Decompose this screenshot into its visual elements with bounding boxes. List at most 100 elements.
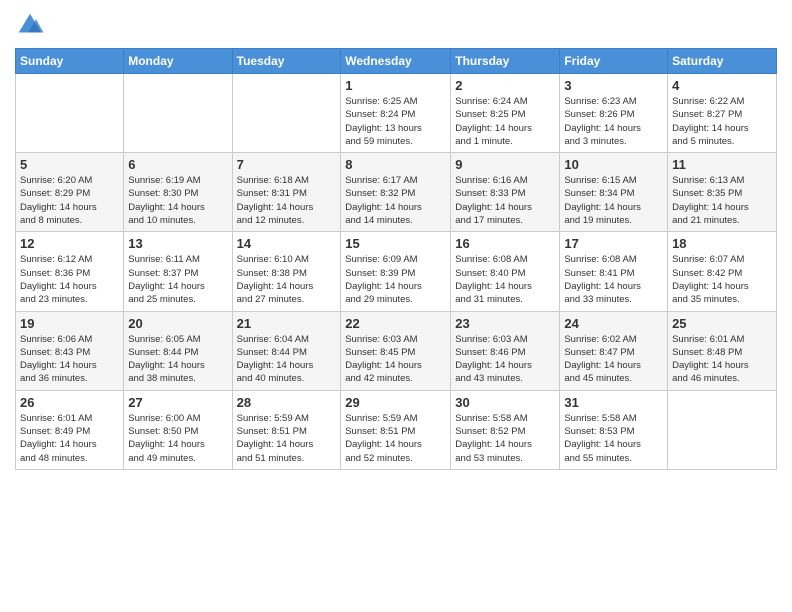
day-number: 28 (237, 395, 337, 410)
calendar-cell: 5 Sunrise: 6:20 AM Sunset: 8:29 PM Daylig… (16, 153, 124, 232)
day-info: Sunrise: 6:17 AM Sunset: 8:32 PM Dayligh… (345, 174, 446, 227)
calendar-cell: 20 Sunrise: 6:05 AM Sunset: 8:44 PM Dayli… (124, 311, 232, 390)
day-number: 29 (345, 395, 446, 410)
day-number: 12 (20, 236, 119, 251)
weekday-header-monday: Monday (124, 49, 232, 74)
weekday-row: SundayMondayTuesdayWednesdayThursdayFrid… (16, 49, 777, 74)
calendar-cell: 10 Sunrise: 6:15 AM Sunset: 8:34 PM Dayli… (560, 153, 668, 232)
logo-icon (15, 10, 45, 40)
day-info: Sunrise: 6:04 AM Sunset: 8:44 PM Dayligh… (237, 333, 337, 386)
calendar-cell: 22 Sunrise: 6:03 AM Sunset: 8:45 PM Dayli… (341, 311, 451, 390)
day-info: Sunrise: 6:18 AM Sunset: 8:31 PM Dayligh… (237, 174, 337, 227)
calendar-cell: 4 Sunrise: 6:22 AM Sunset: 8:27 PM Daylig… (668, 74, 777, 153)
day-number: 15 (345, 236, 446, 251)
day-number: 22 (345, 316, 446, 331)
day-info: Sunrise: 6:08 AM Sunset: 8:41 PM Dayligh… (564, 253, 663, 306)
day-info: Sunrise: 6:07 AM Sunset: 8:42 PM Dayligh… (672, 253, 772, 306)
day-number: 23 (455, 316, 555, 331)
day-info: Sunrise: 6:23 AM Sunset: 8:26 PM Dayligh… (564, 95, 663, 148)
calendar-cell: 19 Sunrise: 6:06 AM Sunset: 8:43 PM Dayli… (16, 311, 124, 390)
day-number: 30 (455, 395, 555, 410)
calendar-week-1: 1 Sunrise: 6:25 AM Sunset: 8:24 PM Daylig… (16, 74, 777, 153)
calendar-cell: 15 Sunrise: 6:09 AM Sunset: 8:39 PM Dayli… (341, 232, 451, 311)
calendar-cell: 27Sunrise: 6:00 AM Sunset: 8:50 PM Dayli… (124, 390, 232, 469)
calendar-body: 1 Sunrise: 6:25 AM Sunset: 8:24 PM Daylig… (16, 74, 777, 470)
day-info: Sunrise: 5:58 AM Sunset: 8:53 PM Dayligh… (564, 412, 663, 465)
calendar-cell: 16 Sunrise: 6:08 AM Sunset: 8:40 PM Dayli… (451, 232, 560, 311)
day-number: 26 (20, 395, 119, 410)
day-number: 16 (455, 236, 555, 251)
calendar-cell: 17 Sunrise: 6:08 AM Sunset: 8:41 PM Dayli… (560, 232, 668, 311)
day-info: Sunrise: 6:20 AM Sunset: 8:29 PM Dayligh… (20, 174, 119, 227)
day-number: 1 (345, 78, 446, 93)
day-info: Sunrise: 6:08 AM Sunset: 8:40 PM Dayligh… (455, 253, 555, 306)
calendar-cell: 24Sunrise: 6:02 AM Sunset: 8:47 PM Dayli… (560, 311, 668, 390)
weekday-header-friday: Friday (560, 49, 668, 74)
calendar: SundayMondayTuesdayWednesdayThursdayFrid… (15, 48, 777, 470)
calendar-cell (16, 74, 124, 153)
day-info: Sunrise: 6:11 AM Sunset: 8:37 PM Dayligh… (128, 253, 227, 306)
day-info: Sunrise: 6:22 AM Sunset: 8:27 PM Dayligh… (672, 95, 772, 148)
day-info: Sunrise: 5:59 AM Sunset: 8:51 PM Dayligh… (345, 412, 446, 465)
day-info: Sunrise: 6:15 AM Sunset: 8:34 PM Dayligh… (564, 174, 663, 227)
day-info: Sunrise: 6:13 AM Sunset: 8:35 PM Dayligh… (672, 174, 772, 227)
calendar-cell: 7 Sunrise: 6:18 AM Sunset: 8:31 PM Daylig… (232, 153, 341, 232)
day-info: Sunrise: 6:12 AM Sunset: 8:36 PM Dayligh… (20, 253, 119, 306)
calendar-cell: 21 Sunrise: 6:04 AM Sunset: 8:44 PM Dayli… (232, 311, 341, 390)
calendar-cell: 30Sunrise: 5:58 AM Sunset: 8:52 PM Dayli… (451, 390, 560, 469)
day-info: Sunrise: 6:01 AM Sunset: 8:49 PM Dayligh… (20, 412, 119, 465)
calendar-cell: 14 Sunrise: 6:10 AM Sunset: 8:38 PM Dayli… (232, 232, 341, 311)
day-info: Sunrise: 6:06 AM Sunset: 8:43 PM Dayligh… (20, 333, 119, 386)
weekday-header-thursday: Thursday (451, 49, 560, 74)
calendar-cell: 31 Sunrise: 5:58 AM Sunset: 8:53 PM Dayli… (560, 390, 668, 469)
day-info: Sunrise: 6:25 AM Sunset: 8:24 PM Dayligh… (345, 95, 446, 148)
day-number: 2 (455, 78, 555, 93)
day-number: 10 (564, 157, 663, 172)
day-number: 4 (672, 78, 772, 93)
calendar-cell: 6Sunrise: 6:19 AM Sunset: 8:30 PM Daylig… (124, 153, 232, 232)
day-info: Sunrise: 6:03 AM Sunset: 8:45 PM Dayligh… (345, 333, 446, 386)
calendar-cell (668, 390, 777, 469)
day-info: Sunrise: 6:19 AM Sunset: 8:30 PM Dayligh… (128, 174, 227, 227)
calendar-cell: 13 Sunrise: 6:11 AM Sunset: 8:37 PM Dayli… (124, 232, 232, 311)
calendar-cell: 26 Sunrise: 6:01 AM Sunset: 8:49 PM Dayli… (16, 390, 124, 469)
day-number: 11 (672, 157, 772, 172)
day-number: 20 (128, 316, 227, 331)
day-info: Sunrise: 6:09 AM Sunset: 8:39 PM Dayligh… (345, 253, 446, 306)
calendar-week-5: 26 Sunrise: 6:01 AM Sunset: 8:49 PM Dayli… (16, 390, 777, 469)
calendar-cell: 2 Sunrise: 6:24 AM Sunset: 8:25 PM Daylig… (451, 74, 560, 153)
calendar-week-4: 19 Sunrise: 6:06 AM Sunset: 8:43 PM Dayli… (16, 311, 777, 390)
day-number: 7 (237, 157, 337, 172)
day-number: 25 (672, 316, 772, 331)
day-number: 5 (20, 157, 119, 172)
day-info: Sunrise: 6:10 AM Sunset: 8:38 PM Dayligh… (237, 253, 337, 306)
day-number: 17 (564, 236, 663, 251)
day-number: 27 (128, 395, 227, 410)
calendar-cell: 12 Sunrise: 6:12 AM Sunset: 8:36 PM Dayli… (16, 232, 124, 311)
calendar-cell (232, 74, 341, 153)
day-info: Sunrise: 6:24 AM Sunset: 8:25 PM Dayligh… (455, 95, 555, 148)
day-number: 19 (20, 316, 119, 331)
calendar-cell: 8 Sunrise: 6:17 AM Sunset: 8:32 PM Daylig… (341, 153, 451, 232)
day-number: 18 (672, 236, 772, 251)
header (15, 10, 777, 40)
calendar-cell: 29 Sunrise: 5:59 AM Sunset: 8:51 PM Dayli… (341, 390, 451, 469)
calendar-cell: 28Sunrise: 5:59 AM Sunset: 8:51 PM Dayli… (232, 390, 341, 469)
calendar-cell: 23Sunrise: 6:03 AM Sunset: 8:46 PM Dayli… (451, 311, 560, 390)
day-number: 21 (237, 316, 337, 331)
day-number: 8 (345, 157, 446, 172)
calendar-cell: 11 Sunrise: 6:13 AM Sunset: 8:35 PM Dayli… (668, 153, 777, 232)
day-info: Sunrise: 6:05 AM Sunset: 8:44 PM Dayligh… (128, 333, 227, 386)
day-info: Sunrise: 6:02 AM Sunset: 8:47 PM Dayligh… (564, 333, 663, 386)
day-info: Sunrise: 6:01 AM Sunset: 8:48 PM Dayligh… (672, 333, 772, 386)
logo (15, 10, 47, 40)
day-info: Sunrise: 6:16 AM Sunset: 8:33 PM Dayligh… (455, 174, 555, 227)
day-number: 31 (564, 395, 663, 410)
weekday-header-sunday: Sunday (16, 49, 124, 74)
calendar-header: SundayMondayTuesdayWednesdayThursdayFrid… (16, 49, 777, 74)
weekday-header-saturday: Saturday (668, 49, 777, 74)
calendar-week-3: 12 Sunrise: 6:12 AM Sunset: 8:36 PM Dayli… (16, 232, 777, 311)
day-number: 14 (237, 236, 337, 251)
day-number: 13 (128, 236, 227, 251)
page: SundayMondayTuesdayWednesdayThursdayFrid… (0, 0, 792, 612)
